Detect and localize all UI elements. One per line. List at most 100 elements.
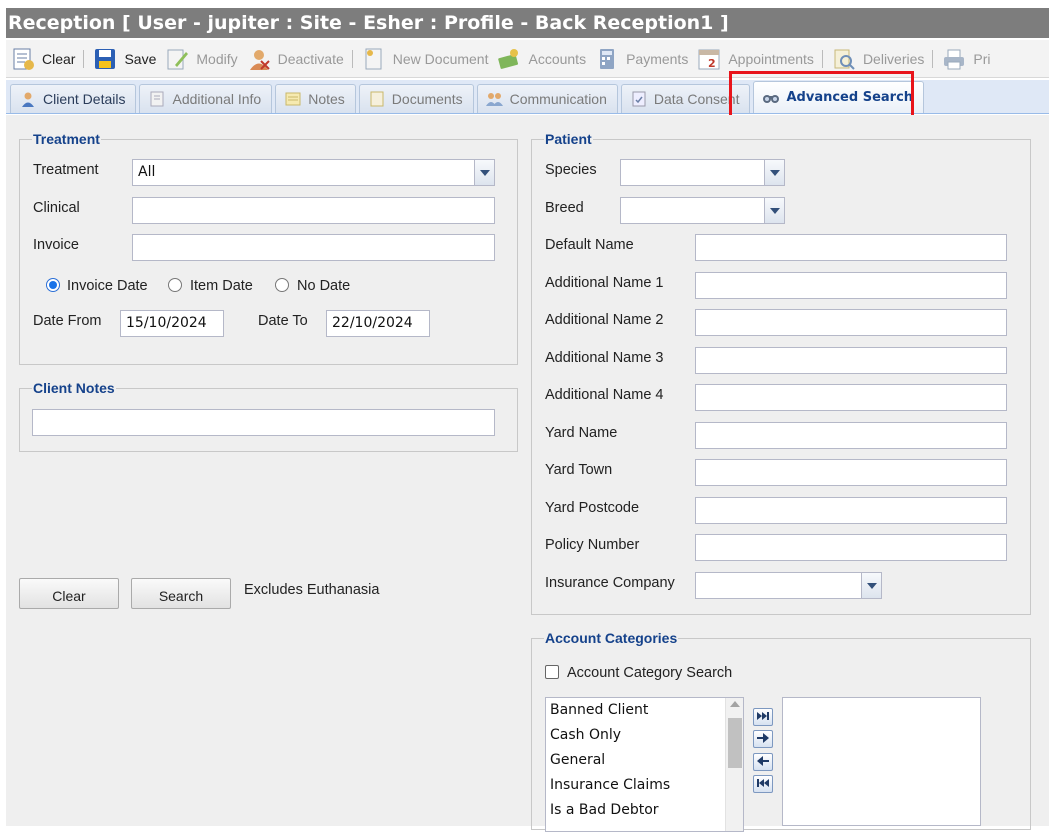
no-date-label: No Date: [297, 278, 351, 294]
tab-notes[interactable]: Notes: [275, 84, 356, 113]
account-category-search-label: Account Category Search: [567, 665, 733, 681]
date-from-input[interactable]: 15/10/2024: [120, 310, 224, 337]
default-name-label: Default Name: [545, 237, 634, 253]
tab-communication[interactable]: Communication: [476, 84, 618, 113]
breed-combo[interactable]: [620, 197, 785, 224]
list-scrollbar[interactable]: [725, 698, 743, 831]
yard-postcode-input[interactable]: [695, 497, 1007, 524]
tab-strip: Client Details Additional Info Notes Doc…: [6, 80, 1049, 114]
additional-name-1-input[interactable]: [695, 272, 1007, 299]
binoculars-icon: [762, 90, 780, 106]
client-notes-legend: Client Notes: [33, 380, 115, 396]
invoice-input[interactable]: [132, 234, 495, 261]
save-button[interactable]: Save: [88, 42, 160, 76]
policy-number-label: Policy Number: [545, 537, 640, 553]
tab-data-consent[interactable]: Data Consent: [620, 84, 751, 113]
policy-number-input[interactable]: [695, 534, 1007, 561]
list-item[interactable]: Cash Only: [546, 723, 743, 748]
note-icon: [284, 91, 302, 107]
info-document-icon: [148, 91, 166, 107]
yard-town-input[interactable]: [695, 459, 1007, 486]
chevron-down-icon[interactable]: [861, 573, 881, 598]
remove-all-button[interactable]: [753, 775, 773, 793]
calendar-icon: 2: [696, 46, 722, 72]
invoice-date-label: Invoice Date: [67, 278, 148, 294]
additional-name-1-label: Additional Name 1: [545, 275, 664, 291]
chevron-down-icon[interactable]: [474, 160, 494, 185]
double-arrow-left-icon: [756, 776, 770, 792]
date-to-input[interactable]: 22/10/2024: [326, 310, 430, 337]
available-categories-list[interactable]: Banned Client Cash Only General Insuranc…: [545, 697, 744, 832]
document-icon: [368, 91, 386, 107]
user-remove-icon: [246, 46, 272, 72]
additional-name-3-label: Additional Name 3: [545, 350, 664, 366]
clear-toolbar-button[interactable]: Clear: [6, 42, 79, 76]
tab-additional-info[interactable]: Additional Info: [139, 84, 273, 113]
deactivate-button[interactable]: Deactivate: [242, 42, 348, 76]
patient-legend: Patient: [545, 131, 592, 147]
treatment-combo[interactable]: All: [132, 159, 495, 186]
print-button[interactable]: Pri: [937, 42, 994, 76]
add-selected-button[interactable]: [753, 730, 773, 748]
item-date-radio[interactable]: [168, 278, 182, 292]
insurance-company-label: Insurance Company: [545, 575, 675, 591]
consent-document-icon: [630, 91, 648, 107]
clear-form-icon: [10, 46, 36, 72]
search-button[interactable]: Search: [131, 578, 231, 609]
add-all-button[interactable]: [753, 708, 773, 726]
insurance-company-combo[interactable]: [695, 572, 882, 599]
no-date-radio[interactable]: [275, 278, 289, 292]
list-item[interactable]: Banned Client: [546, 698, 743, 723]
modify-button[interactable]: Modify: [160, 42, 241, 76]
species-label: Species: [545, 162, 597, 178]
printer-icon: [941, 46, 967, 72]
client-notes-input[interactable]: [32, 409, 495, 436]
additional-name-4-input[interactable]: [695, 384, 1007, 411]
accounts-button[interactable]: Accounts: [492, 42, 590, 76]
svg-text:2: 2: [708, 57, 716, 70]
chevron-down-icon[interactable]: [764, 198, 784, 223]
scroll-up-arrow-icon[interactable]: [730, 701, 740, 707]
calendar-picker-icon[interactable]: [223, 310, 224, 337]
scroll-thumb[interactable]: [728, 718, 742, 768]
additional-name-3-input[interactable]: [695, 347, 1007, 374]
new-document-button[interactable]: New Document: [357, 42, 493, 76]
yard-name-label: Yard Name: [545, 425, 618, 441]
treatment-label: Treatment: [33, 162, 99, 178]
date-to-label: Date To: [258, 313, 308, 329]
account-category-search-checkbox[interactable]: [545, 665, 559, 679]
tab-documents[interactable]: Documents: [358, 84, 474, 113]
arrow-left-icon: [756, 754, 770, 770]
additional-name-2-label: Additional Name 2: [545, 312, 664, 328]
appointments-button[interactable]: 2 Appointments: [692, 42, 818, 76]
person-icon: [19, 91, 37, 107]
double-arrow-right-icon: [756, 709, 770, 725]
tab-advanced-search[interactable]: Advanced Search: [753, 81, 925, 113]
floppy-disk-icon: [92, 46, 118, 72]
species-combo[interactable]: [620, 159, 785, 186]
deliveries-button[interactable]: Deliveries: [827, 42, 928, 76]
clinical-label: Clinical: [33, 200, 80, 216]
window-title: Reception [ User - jupiter : Site - Eshe…: [6, 8, 1049, 38]
list-item[interactable]: Is a Bad Debtor: [546, 798, 743, 823]
calendar-picker-icon[interactable]: [429, 310, 430, 337]
clear-button[interactable]: Clear: [19, 578, 119, 609]
selected-categories-list[interactable]: [782, 697, 981, 826]
list-item[interactable]: General: [546, 748, 743, 773]
additional-name-4-label: Additional Name 4: [545, 387, 664, 403]
default-name-input[interactable]: [695, 234, 1007, 261]
tab-client-details[interactable]: Client Details: [10, 84, 137, 113]
invoice-date-radio[interactable]: [46, 278, 60, 292]
calculator-icon: [594, 46, 620, 72]
clinical-input[interactable]: [132, 197, 495, 224]
additional-name-2-input[interactable]: [695, 309, 1007, 336]
remove-selected-button[interactable]: [753, 753, 773, 771]
toolbar: Clear Save Modify Deactivate New Documen…: [6, 40, 1049, 78]
treatment-legend: Treatment: [33, 131, 100, 147]
yard-name-input[interactable]: [695, 422, 1007, 449]
advanced-search-panel: Treatment Treatment All Clinical Invoice…: [6, 115, 1049, 832]
chevron-down-icon[interactable]: [764, 160, 784, 185]
payments-button[interactable]: Payments: [590, 42, 692, 76]
list-item[interactable]: Insurance Claims: [546, 773, 743, 798]
invoice-label: Invoice: [33, 237, 79, 253]
